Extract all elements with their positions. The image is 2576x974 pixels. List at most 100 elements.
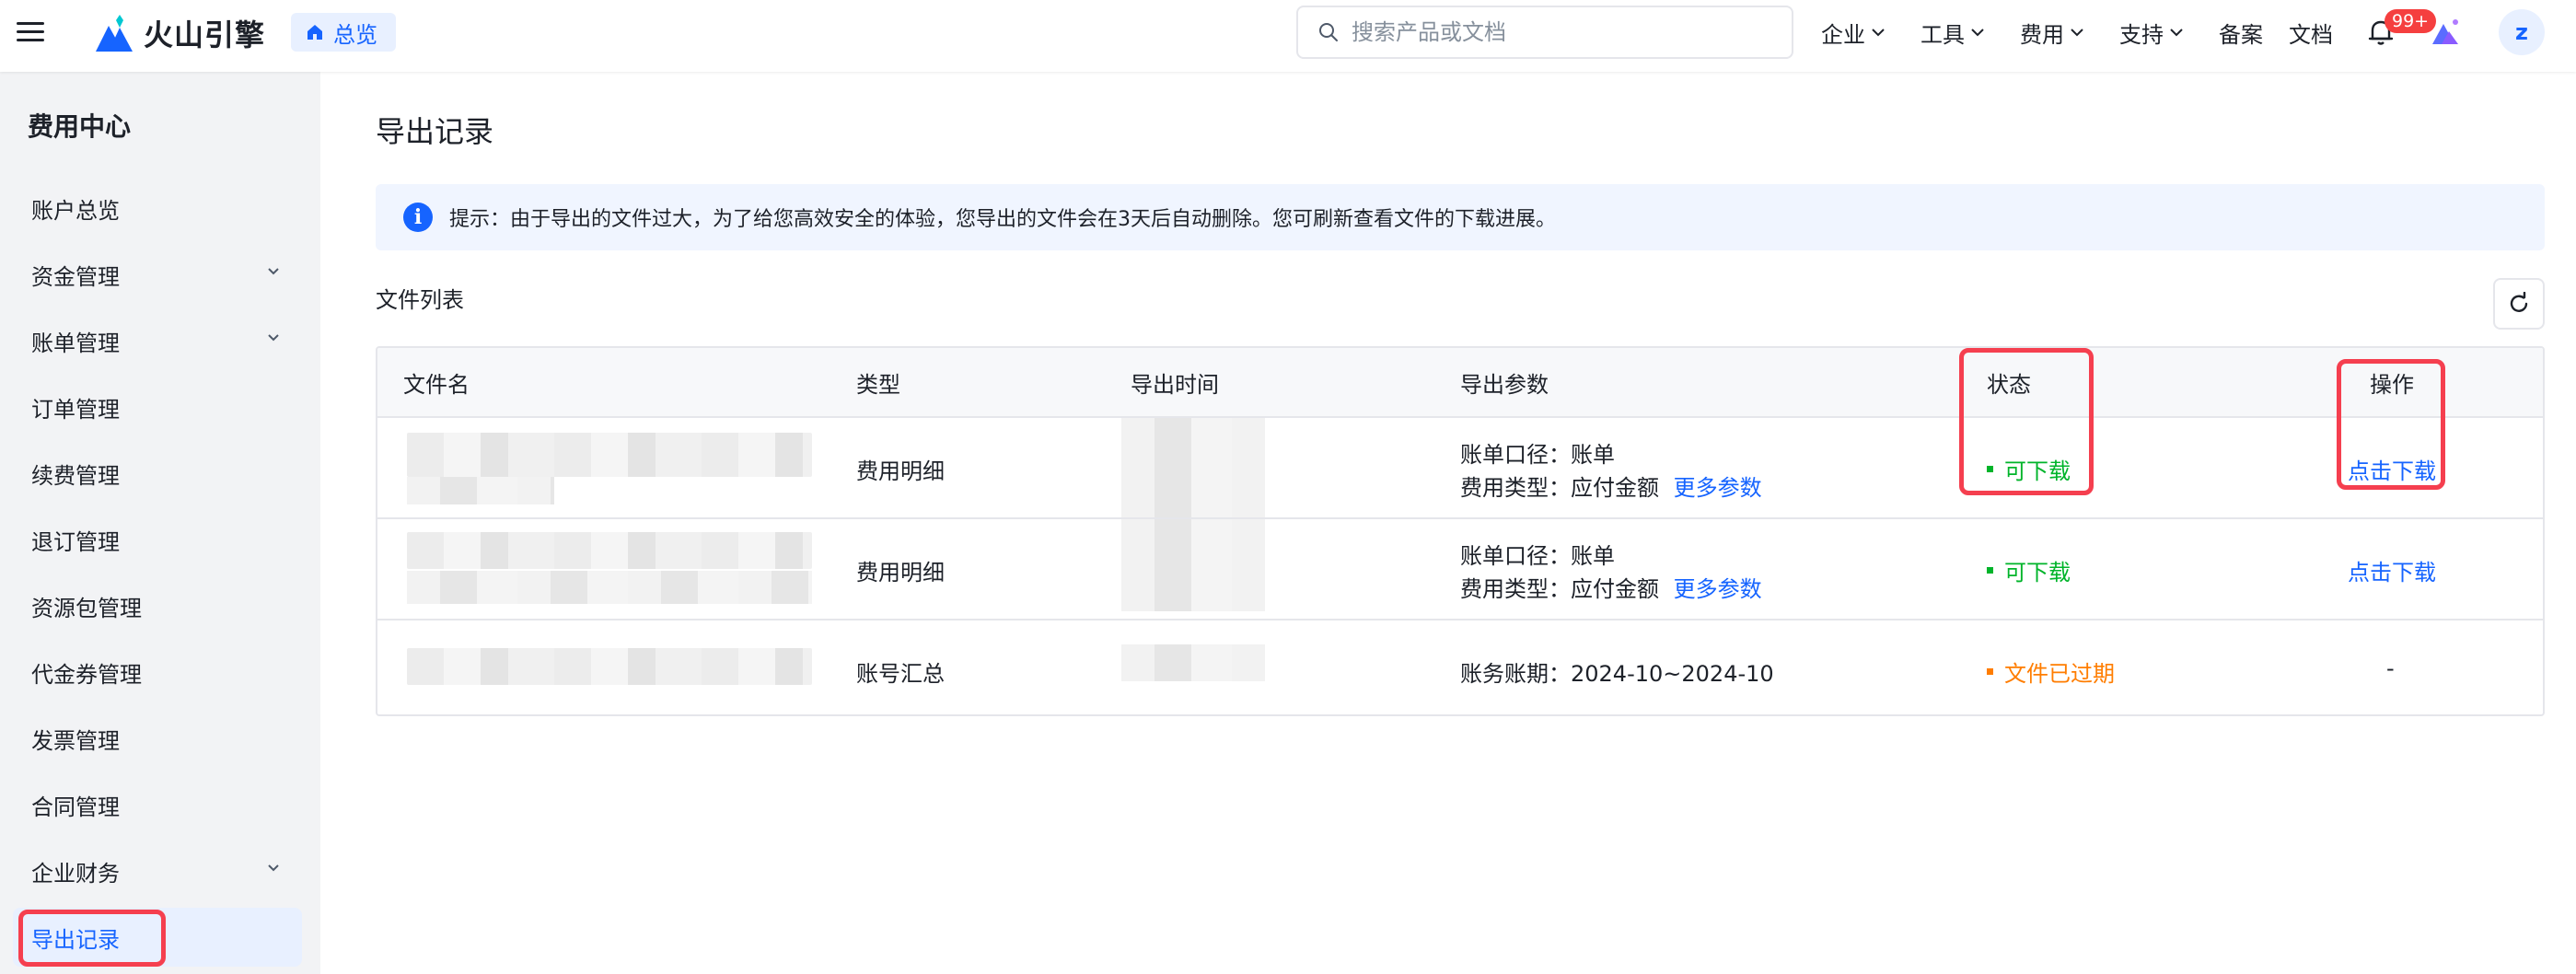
nav-filing-label: 备案 [2219, 21, 2263, 48]
sidebar-item-bills[interactable]: 账单管理 [13, 311, 302, 370]
volcano-logo-icon [96, 15, 133, 52]
nav-support-label: 支持 [2119, 21, 2164, 48]
sidebar-item-label: 企业财务 [31, 860, 120, 887]
file-table: 文件名 类型 导出时间 导出参数 状态 操作 费用明细 账单口径：账单 费用类型… [376, 346, 2545, 716]
top-bar: 火山引擎 总览 企业 工具 费用 支持 备案 文档 99 [0, 0, 2576, 72]
nav-docs-label: 文档 [2289, 21, 2333, 48]
chevron-down-icon [2071, 29, 2083, 37]
mountain-assistant-icon[interactable] [2431, 17, 2462, 46]
sidebar-item-vouchers[interactable]: 代金券管理 [13, 643, 302, 702]
sidebar-item-renewal[interactable]: 续费管理 [13, 444, 302, 503]
column-header-status: 状态 [1987, 371, 2031, 398]
nav-docs[interactable]: 文档 [2289, 0, 2333, 64]
file-type: 账号汇总 [856, 661, 945, 687]
search-box[interactable] [1296, 6, 1793, 59]
chevron-down-icon [1872, 29, 1885, 37]
column-header-action: 操作 [2370, 371, 2414, 398]
sidebar: 费用中心 账户总览 资金管理 账单管理 订单管理 续费管理 退订管理 资源包管理… [0, 72, 320, 974]
avatar[interactable]: z [2499, 9, 2545, 55]
sidebar-item-label: 发票管理 [31, 727, 120, 754]
nav-enterprise-label: 企业 [1821, 21, 1865, 48]
export-param-line: 账单口径：账单 [1460, 442, 1615, 468]
home-icon [307, 25, 322, 40]
table-row: 费用明细 账单口径：账单 费用类型：应付金额 更多参数 可下载 点击下载 [377, 416, 2543, 517]
status-badge: 可下载 [1987, 453, 2071, 485]
sidebar-item-contracts[interactable]: 合同管理 [13, 775, 302, 834]
sidebar-item-label: 合同管理 [31, 794, 120, 820]
more-params-link[interactable]: 更多参数 [1674, 576, 1762, 602]
status-text: 可下载 [2004, 458, 2071, 484]
nav-filing[interactable]: 备案 [2219, 0, 2263, 64]
refresh-button[interactable] [2493, 278, 2545, 330]
nav-enterprise[interactable]: 企业 [1821, 0, 1886, 64]
nav-billing-label: 费用 [2020, 21, 2064, 48]
table-row: 账号汇总 账务账期：2024-10~2024-10 文件已过期 - [377, 619, 2543, 714]
status-dot-icon [1987, 668, 1993, 675]
action-placeholder: - [2386, 655, 2395, 681]
blurred-filename [407, 433, 812, 477]
status-text: 文件已过期 [2004, 661, 2115, 687]
table-row: 费用明细 账单口径：账单 费用类型：应付金额 更多参数 可下载 点击下载 [377, 517, 2543, 619]
export-param-text: 费用类型：应付金额 [1460, 475, 1659, 501]
blurred-export-time [1121, 644, 1265, 681]
column-header-type: 类型 [856, 371, 900, 398]
status-text: 可下载 [2004, 560, 2071, 586]
overview-button[interactable]: 总览 [291, 13, 396, 52]
sidebar-item-label: 代金券管理 [31, 661, 142, 688]
page-title: 导出记录 [376, 114, 494, 149]
nav-support[interactable]: 支持 [2119, 0, 2184, 64]
download-link[interactable]: 点击下载 [2348, 453, 2436, 485]
sidebar-item-label: 账单管理 [31, 330, 120, 356]
sidebar-item-label: 续费管理 [31, 462, 120, 489]
chevron-down-icon [268, 334, 279, 342]
sidebar-item-label: 资金管理 [31, 263, 120, 290]
blurred-filename [407, 648, 812, 685]
sidebar-item-enterprise-finance[interactable]: 企业财务 [13, 841, 302, 900]
sidebar-item-orders[interactable]: 订单管理 [13, 377, 302, 436]
refresh-icon [2510, 292, 2528, 312]
status-badge: 可下载 [1987, 554, 2071, 586]
sidebar-item-label: 订单管理 [31, 396, 120, 423]
notice-banner: i 提示：由于导出的文件过大，为了给您高效安全的体验，您导出的文件会在3天后自动… [376, 184, 2545, 250]
sidebar-title: 费用中心 [28, 111, 132, 142]
info-icon: i [403, 203, 433, 232]
nav-tools[interactable]: 工具 [1920, 0, 1985, 64]
logo-text: 火山引擎 [144, 17, 266, 52]
download-link[interactable]: 点击下载 [2348, 554, 2436, 586]
blurred-export-time [1121, 418, 1265, 517]
sidebar-item-account-overview[interactable]: 账户总览 [13, 179, 302, 238]
export-param-line: 费用类型：应付金额 更多参数 [1460, 571, 1762, 603]
more-params-link[interactable]: 更多参数 [1674, 475, 1762, 501]
status-dot-icon [1987, 466, 1993, 472]
search-input[interactable] [1352, 19, 1757, 45]
chevron-down-icon [268, 864, 279, 872]
export-param-line: 账单口径：账单 [1460, 543, 1615, 569]
sidebar-item-resource-packs[interactable]: 资源包管理 [13, 576, 302, 635]
sidebar-item-label: 退订管理 [31, 528, 120, 555]
blurred-export-time [1121, 519, 1265, 611]
chevron-down-icon [268, 268, 279, 275]
file-type: 费用明细 [856, 560, 945, 586]
file-type: 费用明细 [856, 458, 945, 484]
search-icon [1319, 23, 1338, 41]
notification-badge: 99+ [2385, 9, 2437, 33]
chevron-down-icon [1971, 29, 1984, 37]
sidebar-item-label: 资源包管理 [31, 595, 142, 621]
nav-billing[interactable]: 费用 [2020, 0, 2084, 64]
sidebar-item-invoices[interactable]: 发票管理 [13, 709, 302, 768]
hamburger-menu-icon[interactable] [17, 18, 46, 46]
sidebar-item-funds[interactable]: 资金管理 [13, 245, 302, 304]
sidebar-item-export-records[interactable]: 导出记录 [13, 908, 302, 967]
column-header-filename: 文件名 [403, 371, 470, 398]
sidebar-item-label: 账户总览 [31, 197, 120, 224]
export-param-text: 费用类型：应付金额 [1460, 576, 1659, 602]
chevron-down-icon [2170, 29, 2183, 37]
blurred-filename [407, 532, 812, 569]
status-badge: 文件已过期 [1987, 655, 2115, 688]
logo[interactable]: 火山引擎 [96, 13, 265, 53]
export-param-line: 账务账期：2024-10~2024-10 [1460, 661, 1774, 687]
notice-text: 提示：由于导出的文件过大，为了给您高效安全的体验，您导出的文件会在3天后自动删除… [449, 208, 1557, 231]
export-param-line: 费用类型：应付金额 更多参数 [1460, 470, 1762, 502]
column-header-export-params: 导出参数 [1460, 371, 1549, 398]
sidebar-item-unsubscribe[interactable]: 退订管理 [13, 510, 302, 569]
